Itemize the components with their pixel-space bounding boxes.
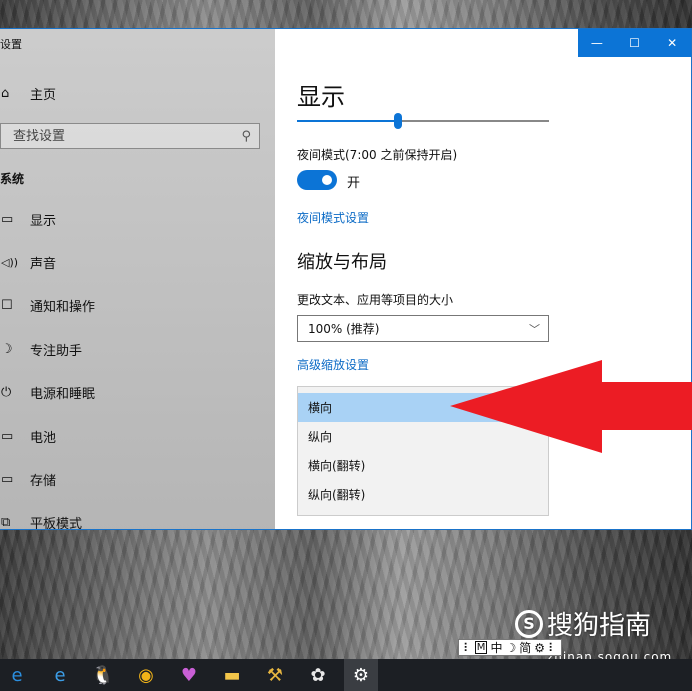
section-label-system: 系统 — [0, 172, 25, 186]
advanced-scaling-link[interactable]: 高级缩放设置 — [297, 356, 369, 373]
ime-more-icon[interactable]: ⠇ — [548, 641, 557, 655]
ime-simplified[interactable]: 简 — [519, 639, 531, 656]
sidebar-item-sound[interactable]: ◁)) 声音 — [0, 247, 275, 277]
orientation-option-portrait-flipped[interactable]: 纵向(翻转) — [298, 480, 548, 509]
qq-icon[interactable]: 🐧 — [86, 659, 120, 691]
settings-window: 设置 ⌂ 主页 ⚲ 系统 ▭ 显示 ◁)) 声音 ☐ 通知和操作 ☽ 专注助手 … — [0, 28, 692, 530]
ime-language[interactable]: 中 — [490, 639, 502, 656]
window-title: 设置 — [0, 38, 22, 51]
sidebar-item-storage[interactable]: ▭ 存储 — [0, 464, 275, 494]
monitor-icon: ▭ — [1, 211, 14, 227]
watermark-text: 搜狗指南 — [547, 611, 652, 641]
storage-icon: ▭ — [1, 471, 14, 487]
brightness-slider-thumb[interactable] — [394, 113, 402, 129]
sidebar-item-label: 平板模式 — [30, 516, 83, 530]
scale-select[interactable]: 100% (推荐) ﹀ — [297, 315, 549, 342]
home-icon: ⌂ — [1, 85, 10, 101]
power-icon: ⏻ — [1, 384, 12, 400]
battery-icon: ▭ — [1, 428, 14, 444]
ime-toolbar: ⠇ M 中 ☽ 简 ⚙ ⠇ — [458, 639, 562, 656]
toggle-knob — [322, 175, 332, 185]
ime-handle-icon[interactable]: ⠇ — [463, 641, 472, 655]
search-input[interactable] — [13, 128, 213, 144]
ime-mode-icon[interactable]: M — [474, 641, 488, 654]
watermark-brand: S 搜狗指南 — [515, 605, 651, 642]
brightness-slider-fill — [297, 120, 398, 122]
taskbar: e e 🐧 ◉ ♥ ▬ ⚒ ✿ ⚙ — [0, 659, 692, 691]
sidebar-item-label: 专注助手 — [30, 343, 83, 359]
sidebar-item-label: 声音 — [30, 256, 57, 272]
red-arrow-annotation — [450, 360, 692, 453]
night-light-toggle[interactable] — [297, 170, 337, 190]
moon-icon: ☽ — [1, 341, 13, 357]
sidebar-item-home[interactable]: ⌂ 主页 — [0, 78, 275, 108]
sidebar-item-battery[interactable]: ▭ 电池 — [0, 421, 275, 451]
scale-select-value: 100% (推荐) — [308, 322, 380, 336]
sidebar-item-display[interactable]: ▭ 显示 — [0, 204, 275, 234]
sidebar: 设置 ⌂ 主页 ⚲ 系统 ▭ 显示 ◁)) 声音 ☐ 通知和操作 ☽ 专注助手 … — [0, 29, 275, 529]
ime-gear-icon[interactable]: ⚙ — [534, 641, 545, 655]
night-light-settings-link[interactable]: 夜间模式设置 — [297, 209, 369, 226]
search-box[interactable]: ⚲ — [0, 123, 260, 149]
settings-icon[interactable]: ⚙ — [344, 659, 378, 691]
sidebar-item-focus-assist[interactable]: ☽ 专注助手 — [0, 334, 275, 364]
chevron-down-icon: ﹀ — [529, 322, 540, 336]
sidebar-item-label: 电源和睡眠 — [30, 386, 96, 402]
sidebar-item-tablet-mode[interactable]: ⧉ 平板模式 — [0, 507, 275, 530]
sidebar-item-label: 存储 — [30, 473, 57, 489]
brightness-slider[interactable] — [297, 113, 549, 129]
main-content: 显示 夜间模式(7:00 之前保持开启) 开 夜间模式设置 缩放与布局 更改文本… — [297, 29, 691, 529]
page-title: 显示 — [297, 83, 345, 111]
sidebar-item-label: 电池 — [30, 430, 57, 446]
folder-icon[interactable]: ▬ — [215, 659, 249, 691]
chrome-icon[interactable]: ◉ — [129, 659, 163, 691]
speaker-icon: ◁)) — [1, 255, 19, 269]
search-icon[interactable]: ⚲ — [241, 129, 251, 144]
ie-icon[interactable]: e — [0, 659, 34, 691]
sidebar-item-label: 显示 — [30, 213, 57, 229]
sidebar-item-power-sleep[interactable]: ⏻ 电源和睡眠 — [0, 377, 275, 407]
night-light-state: 开 — [347, 176, 361, 191]
text-size-label: 更改文本、应用等项目的大小 — [297, 293, 454, 307]
scale-layout-heading: 缩放与布局 — [297, 252, 387, 273]
paint-icon[interactable]: ✿ — [301, 659, 335, 691]
ime-moon-icon[interactable]: ☽ — [505, 641, 516, 655]
balloon-icon[interactable]: ♥ — [172, 659, 206, 691]
broom-icon[interactable]: ⚒ — [258, 659, 292, 691]
tablet-icon: ⧉ — [1, 514, 11, 530]
orientation-option-landscape-flipped[interactable]: 横向(翻转) — [298, 451, 548, 480]
sidebar-item-label: 主页 — [30, 87, 57, 103]
sidebar-item-label: 通知和操作 — [30, 299, 96, 315]
night-light-label: 夜间模式(7:00 之前保持开启) — [297, 148, 458, 162]
sogou-logo-icon: S — [515, 609, 543, 638]
sidebar-item-notifications[interactable]: ☐ 通知和操作 — [0, 290, 275, 320]
message-icon: ☐ — [1, 297, 13, 313]
edge-icon[interactable]: e — [43, 659, 77, 691]
